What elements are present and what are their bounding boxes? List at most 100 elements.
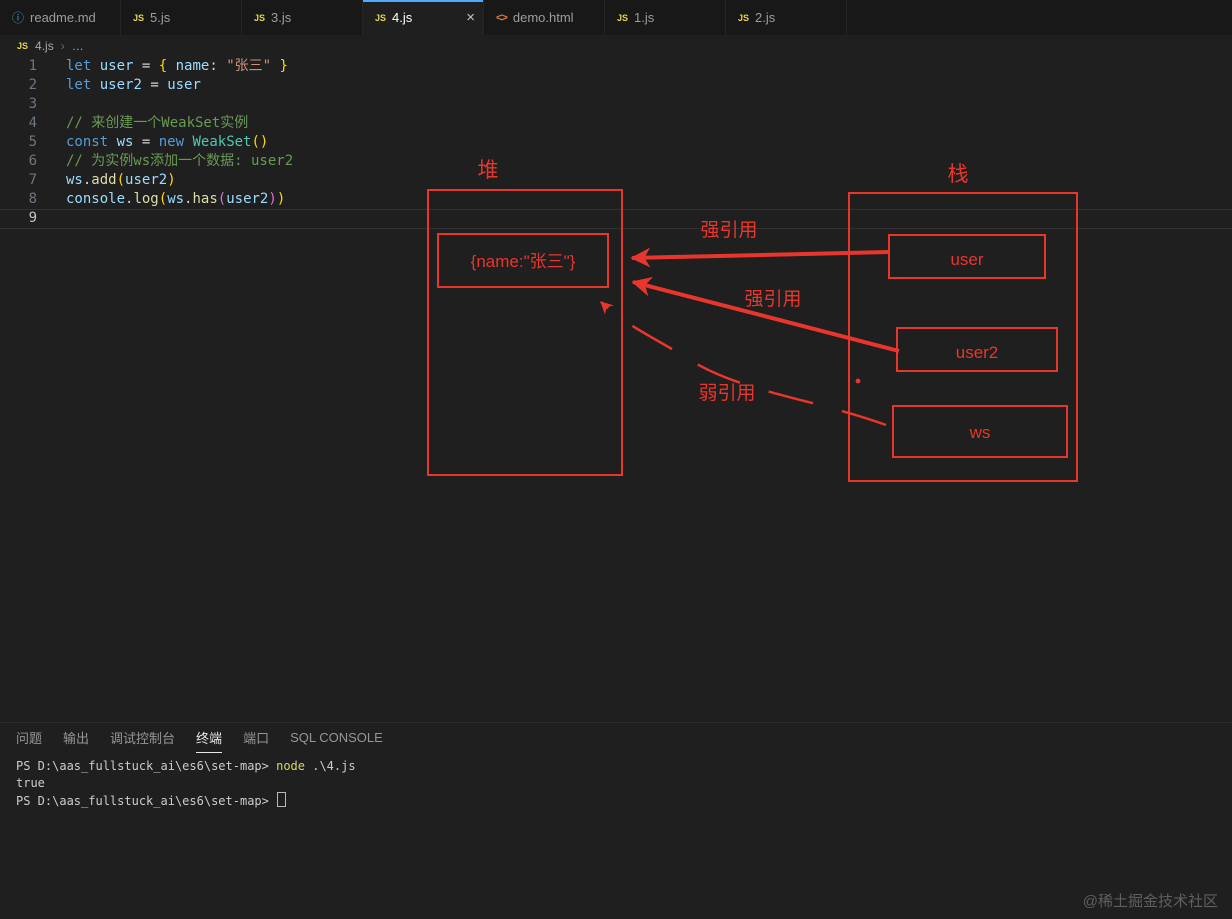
bottom-panel: 问题 输出 调试控制台 终端 端口 SQL CONSOLE PS D:\aas_fulls… [0, 722, 1232, 919]
breadcrumb-file[interactable]: 4.js [35, 39, 54, 53]
code-text: // 来创建一个WeakSet实例 [66, 114, 248, 133]
token: user [99, 58, 134, 74]
code-lines: 1 let user = { name: "张三" } 2 let user2 = u… [0, 57, 1232, 228]
panel-tab-终端[interactable]: 终端 [196, 723, 223, 753]
panel-tab-SQL CONSOLE[interactable]: SQL CONSOLE [290, 723, 383, 753]
html-file-icon: <> [496, 11, 508, 24]
terminal-text: node [276, 759, 305, 773]
token: = [133, 134, 159, 150]
token: ) [276, 191, 286, 207]
code-text: // 为实例ws添加一个数据: user2 [66, 152, 293, 171]
token: ( [158, 191, 168, 207]
tab-readme.md[interactable]: ⓘ readme.md [0, 0, 121, 35]
breadcrumb[interactable]: JS 4.js › … [0, 35, 1232, 57]
code-text: let user2 = user [66, 76, 201, 95]
token: = [133, 58, 159, 74]
token: () [251, 134, 269, 150]
js-file-icon: JS [17, 41, 29, 51]
token: console [66, 191, 126, 207]
js-file-icon: JS [133, 12, 145, 23]
code-line: 7 ws.add(user2) [0, 171, 1232, 190]
breadcrumb-more[interactable]: … [72, 39, 84, 53]
token: : [209, 58, 227, 74]
line-number: 6 [28, 153, 37, 169]
js-file-icon: JS [375, 12, 387, 23]
line-number: 1 [28, 58, 37, 74]
js-file-icon: JS [254, 12, 266, 23]
code-text: ws.add(user2) [66, 171, 176, 190]
code-line: 6 // 为实例ws添加一个数据: user2 [0, 152, 1232, 171]
tab-3.js[interactable]: JS 3.js [242, 0, 363, 35]
token: ) [268, 191, 277, 207]
tab-label: readme.md [30, 10, 96, 25]
terminal[interactable]: PS D:\aas_fullstuck_ai\es6\set-map> node… [0, 753, 1232, 809]
code-line: 4 // 来创建一个WeakSet实例 [0, 114, 1232, 133]
panel-tab-问题[interactable]: 问题 [16, 723, 42, 753]
tab-bar: ⓘ readme.md JS 5.js JS 3.js JS 4.js × <> demo.html… [0, 0, 1232, 35]
token: has [192, 191, 218, 207]
close-tab-icon[interactable]: × [466, 10, 475, 25]
md-file-icon: ⓘ [12, 11, 25, 25]
terminal-text: .\4.js [305, 759, 356, 773]
tab-label: 1.js [634, 10, 655, 25]
panel-tab-输出[interactable]: 输出 [63, 723, 89, 753]
token: ( [116, 172, 126, 188]
tab-demo.html[interactable]: <> demo.html [484, 0, 605, 35]
tab-label: demo.html [512, 10, 574, 25]
token: user2 [125, 172, 168, 188]
token: ws [167, 191, 185, 207]
code-text: console.log(ws.has(user2)) [66, 190, 285, 209]
token: let [66, 58, 92, 74]
terminal-line: true [16, 775, 1232, 792]
token: user [167, 77, 201, 93]
code-line: 1 let user = { name: "张三" } [0, 57, 1232, 76]
code-line: 3 [0, 95, 1232, 114]
token: ( [217, 191, 227, 207]
tab-label: 3.js [271, 10, 292, 25]
tab-1.js[interactable]: JS 1.js [605, 0, 726, 35]
tab-2.js[interactable]: JS 2.js [726, 0, 847, 35]
token: name [175, 58, 210, 74]
tab-5.js[interactable]: JS 5.js [121, 0, 242, 35]
code-line: 9 [0, 209, 1232, 228]
code-text: const ws = new WeakSet() [66, 133, 268, 152]
token: const [66, 134, 109, 150]
terminal-cursor [277, 792, 287, 807]
code-text: let user = { name: "张三" } [66, 57, 288, 76]
token: { [158, 58, 168, 74]
line-number: 3 [28, 96, 37, 112]
terminal-text: PS D:\aas_fullstuck_ai\es6\set-map> [16, 759, 277, 773]
line-number: 5 [28, 134, 37, 150]
token: "张三" [226, 58, 272, 74]
token: let [66, 77, 92, 93]
js-file-icon: JS [617, 12, 629, 23]
line-number: 4 [28, 115, 37, 131]
breadcrumb-separator: › [60, 39, 65, 53]
token: ws [66, 172, 83, 188]
token: ) [167, 172, 176, 188]
panel-tab-bar: 问题 输出 调试控制台 终端 端口 SQL CONSOLE [0, 723, 1232, 753]
line-number: 8 [28, 191, 37, 207]
line-number: 2 [28, 77, 37, 93]
token: } [279, 58, 288, 74]
tab-4.js[interactable]: JS 4.js × [363, 0, 484, 35]
panel-tab-端口[interactable]: 端口 [243, 723, 269, 753]
code-line: 2 let user2 = user [0, 76, 1232, 95]
code-editor[interactable]: 1 let user = { name: "张三" } 2 let user2 = u… [0, 57, 1232, 722]
watermark: @稀土掘金技术社区 [1082, 893, 1218, 910]
vscode-window: ⓘ readme.md JS 5.js JS 3.js JS 4.js × <> demo.html… [0, 0, 1232, 919]
token: // 来创建一个WeakSet实例 [66, 115, 249, 131]
terminal-text: PS D:\aas_fullstuck_ai\es6\set-map> [16, 794, 277, 808]
terminal-line: PS D:\aas_fullstuck_ai\es6\set-map> node… [16, 758, 1232, 775]
token: WeakSet [192, 134, 252, 150]
panel-tab-调试控制台[interactable]: 调试控制台 [110, 723, 175, 753]
token: log [133, 191, 159, 207]
line-number: 9 [28, 210, 37, 226]
tab-label: 2.js [755, 10, 776, 25]
code-line: 8 console.log(ws.has(user2)) [0, 190, 1232, 209]
terminal-line: PS D:\aas_fullstuck_ai\es6\set-map> [16, 792, 1232, 809]
